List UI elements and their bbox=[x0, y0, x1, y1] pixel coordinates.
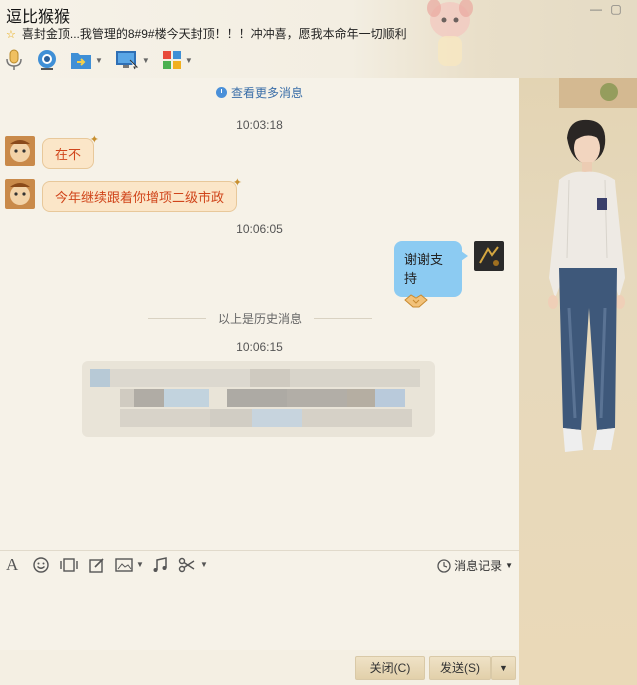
message-bubble[interactable]: 在不 ✦ bbox=[42, 134, 99, 169]
contact-show-panel bbox=[519, 78, 637, 685]
send-options-button[interactable]: ▼ bbox=[491, 656, 516, 680]
signature-text: 喜封金顶...我管理的8#9#楼今天封顶！！！冲冲喜，愿我本命年一切顺利 bbox=[21, 27, 407, 41]
chevron-down-icon[interactable]: ▼ bbox=[142, 56, 150, 65]
message-history-button[interactable]: 消息记录 ▼ bbox=[437, 557, 513, 574]
input-toolbar: A ▼ ▼ 消息记录 ▼ bbox=[0, 550, 519, 578]
star-icon: ☆ bbox=[6, 29, 16, 41]
remote-desktop-icon bbox=[115, 51, 139, 70]
video-button[interactable] bbox=[36, 47, 58, 73]
my-avatar-image bbox=[474, 241, 504, 271]
music-icon[interactable] bbox=[152, 557, 168, 573]
timestamp: 10:06:15 bbox=[236, 340, 283, 354]
message-input[interactable] bbox=[0, 578, 519, 656]
font-icon[interactable]: A bbox=[6, 556, 18, 573]
pixelated-message bbox=[82, 361, 435, 437]
chevron-down-icon[interactable]: ▼ bbox=[136, 557, 144, 573]
message-bubble[interactable]: 今年继续跟着你增项二级市政 ✦ bbox=[42, 177, 242, 212]
history-separator: 以上是历史消息 bbox=[148, 310, 373, 327]
history-separator-label: 以上是历史消息 bbox=[218, 312, 303, 326]
remote-desktop-button[interactable]: ▼ bbox=[115, 47, 150, 73]
mascot-decoration bbox=[427, 0, 473, 66]
avatar[interactable] bbox=[474, 241, 504, 271]
video-icon bbox=[38, 50, 56, 70]
signature-row: ☆ 喜封金顶...我管理的8#9#楼今天封顶！！！冲冲喜，愿我本命年一切顺利 bbox=[6, 25, 407, 42]
divider bbox=[314, 318, 373, 319]
message-text: 谢谢支持 bbox=[404, 252, 444, 286]
handshake-icon bbox=[404, 294, 428, 308]
window-header: 逗比猴猴 — ▢ ☆ 喜封金顶...我管理的8#9#楼今天封顶！！！冲冲喜，愿我本… bbox=[0, 0, 637, 78]
voice-icon bbox=[6, 49, 22, 70]
voice-button[interactable] bbox=[4, 47, 24, 73]
draw-icon[interactable] bbox=[89, 557, 105, 573]
bubble-decoration-icon: ✦ bbox=[89, 134, 100, 146]
message-text: 今年继续跟着你增项二级市政 bbox=[55, 190, 225, 205]
apps-icon bbox=[162, 51, 181, 69]
chat-window: 逗比猴猴 — ▢ ☆ 喜封金顶...我管理的8#9#楼今天封顶！！！冲冲喜，愿我本… bbox=[0, 0, 637, 685]
chevron-down-icon: ▼ bbox=[505, 561, 513, 570]
chevron-down-icon[interactable]: ▼ bbox=[95, 56, 103, 65]
view-more-label: 查看更多消息 bbox=[230, 86, 303, 100]
clock-icon bbox=[215, 87, 227, 98]
chevron-down-icon: ▼ bbox=[499, 663, 508, 673]
apps-button[interactable]: ▼ bbox=[162, 47, 193, 73]
contact-avatar-image bbox=[5, 136, 35, 166]
chevron-down-icon[interactable]: ▼ bbox=[185, 56, 193, 65]
screen-shake-icon[interactable] bbox=[60, 557, 78, 573]
bubble-decoration-icon: ✦ bbox=[232, 177, 243, 189]
emoji-icon[interactable] bbox=[33, 557, 49, 573]
avatar[interactable] bbox=[5, 136, 35, 166]
minimize-icon[interactable]: — bbox=[588, 2, 604, 16]
footer-bar: 关闭(C) 发送(S) ▼ bbox=[0, 650, 519, 685]
maximize-icon[interactable]: ▢ bbox=[608, 2, 624, 16]
divider bbox=[148, 318, 206, 319]
timestamp: 10:03:18 bbox=[236, 118, 283, 132]
file-transfer-button[interactable]: ▼ bbox=[70, 47, 103, 73]
window-title: 逗比猴猴 bbox=[6, 9, 71, 26]
message-bubble[interactable]: 谢谢支持 bbox=[394, 241, 468, 308]
image-icon[interactable] bbox=[115, 557, 133, 573]
message-history-label: 消息记录 bbox=[454, 559, 503, 573]
clock-icon bbox=[437, 558, 451, 573]
message-list[interactable]: 查看更多消息 10:03:18 在不 ✦ 今年继续跟着你增项二级市政 ✦ 10:… bbox=[0, 78, 519, 550]
close-button[interactable]: 关闭(C) bbox=[355, 656, 425, 680]
timestamp: 10:06:05 bbox=[236, 222, 283, 236]
view-more-messages-link[interactable]: 查看更多消息 bbox=[0, 84, 519, 101]
send-button[interactable]: 发送(S) bbox=[429, 656, 491, 680]
chat-toolbar: ▼ ▼ ▼ bbox=[4, 46, 205, 74]
file-transfer-icon bbox=[71, 53, 91, 69]
contact-avatar-image bbox=[5, 179, 35, 209]
chevron-down-icon[interactable]: ▼ bbox=[200, 557, 208, 573]
message-text: 在不 bbox=[55, 147, 82, 162]
scissors-icon[interactable] bbox=[178, 557, 196, 573]
avatar-figure-image bbox=[548, 78, 637, 452]
avatar[interactable] bbox=[5, 179, 35, 209]
